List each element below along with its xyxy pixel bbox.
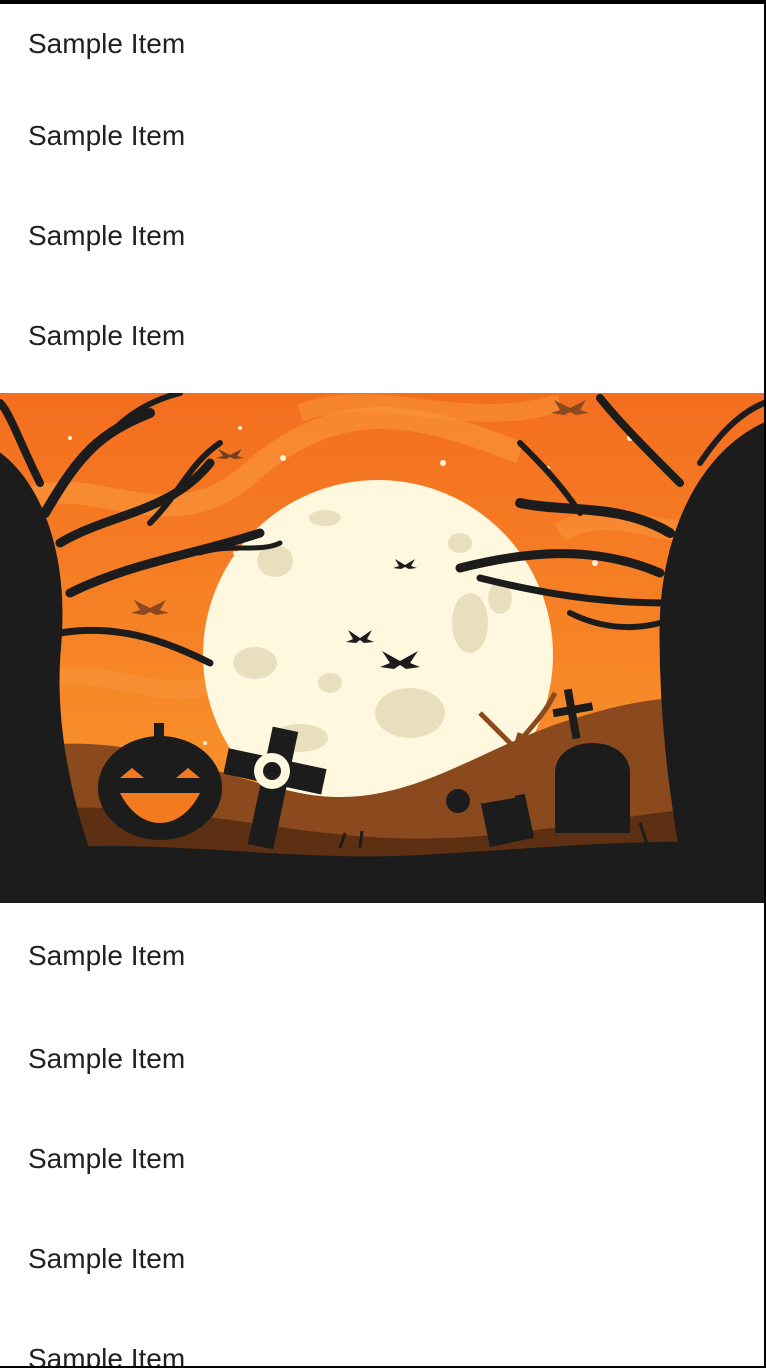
list-item[interactable]: Sample Item (0, 1309, 764, 1366)
list-item[interactable]: Sample Item (0, 1009, 764, 1109)
item-list-bottom: Sample Item Sample Item Sample Item Samp… (0, 903, 764, 1366)
item-list-top: Sample Item Sample Item Sample Item Samp… (0, 4, 764, 386)
list-item[interactable]: Sample Item (0, 903, 764, 1009)
list-item[interactable]: Sample Item (0, 1209, 764, 1309)
halloween-scene-image (0, 393, 764, 903)
halloween-banner-image (0, 393, 764, 903)
list-item[interactable]: Sample Item (0, 86, 764, 186)
app-screen: Sample Item Sample Item Sample Item Samp… (0, 0, 766, 1368)
list-item[interactable]: Sample Item (0, 4, 764, 86)
list-item[interactable]: Sample Item (0, 186, 764, 286)
list-item[interactable]: Sample Item (0, 1109, 764, 1209)
list-item[interactable]: Sample Item (0, 286, 764, 386)
